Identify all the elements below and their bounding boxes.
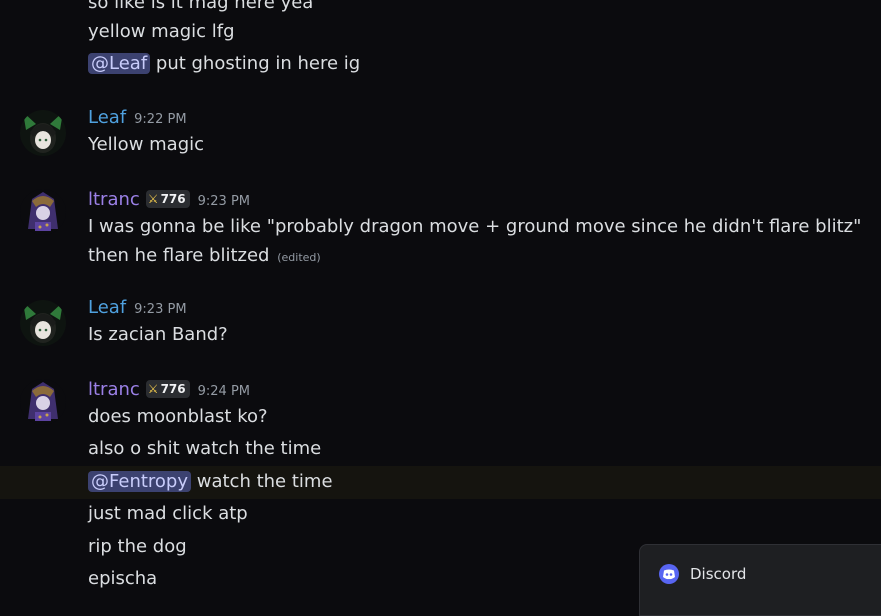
timestamp: 9:22 PM <box>134 112 187 127</box>
toast-app-name: Discord <box>690 565 747 583</box>
avatar-leaf[interactable] <box>20 110 66 156</box>
badge-tag: 776 <box>160 382 186 396</box>
message-text: I was gonna be like "probably dragon mov… <box>88 216 862 266</box>
message-line: so like is it mag here yea <box>88 0 314 13</box>
avatar-leaf[interactable] <box>20 300 66 346</box>
message-text: watch the time <box>196 471 333 492</box>
sword-icon: ⚔ <box>147 382 159 396</box>
avatar-ltranc[interactable] <box>20 189 66 235</box>
clan-badge[interactable]: ⚔ 776 <box>145 380 190 398</box>
username-ltranc[interactable]: ltranc <box>88 379 140 400</box>
message-line: Yellow magic <box>88 134 205 155</box>
message-line: rip the dog <box>88 536 187 557</box>
message-header: Leaf 9:22 PM <box>88 107 187 131</box>
message-line: yellow magic lfg <box>88 21 235 42</box>
message-line: Is zacian Band? <box>88 324 228 345</box>
username-ltranc[interactable]: ltranc <box>88 189 140 210</box>
message-line: just mad click atp <box>88 503 248 524</box>
edited-label: (edited) <box>277 251 321 264</box>
message-line: epischa <box>88 568 158 589</box>
message-header: ltranc ⚔ 776 9:24 PM <box>88 379 250 403</box>
message-text: put ghosting in here ig <box>155 53 361 74</box>
message-header: ltranc ⚔ 776 9:23 PM <box>88 189 250 213</box>
username-leaf[interactable]: Leaf <box>88 107 126 128</box>
message-line: does moonblast ko? <box>88 406 268 427</box>
message-line: also o shit watch the time <box>88 438 322 459</box>
timestamp: 9:23 PM <box>134 302 187 317</box>
message-line: @Leaf put ghosting in here ig <box>88 53 360 75</box>
badge-tag: 776 <box>160 192 186 206</box>
sword-icon: ⚔ <box>147 192 159 206</box>
user-mention[interactable]: @Leaf <box>88 53 151 74</box>
avatar-ltranc[interactable] <box>20 379 66 425</box>
message-line: @Fentropy watch the time <box>88 471 333 493</box>
username-leaf[interactable]: Leaf <box>88 297 126 318</box>
notification-toast[interactable]: Discord <box>639 544 881 616</box>
timestamp: 9:24 PM <box>197 384 251 399</box>
user-mention[interactable]: @Fentropy <box>88 471 192 492</box>
message-header: Leaf 9:23 PM <box>88 297 187 321</box>
clan-badge[interactable]: ⚔ 776 <box>145 190 190 208</box>
message-line: I was gonna be like "probably dragon mov… <box>88 212 868 272</box>
timestamp: 9:23 PM <box>197 194 251 209</box>
discord-logo-icon <box>659 564 679 584</box>
